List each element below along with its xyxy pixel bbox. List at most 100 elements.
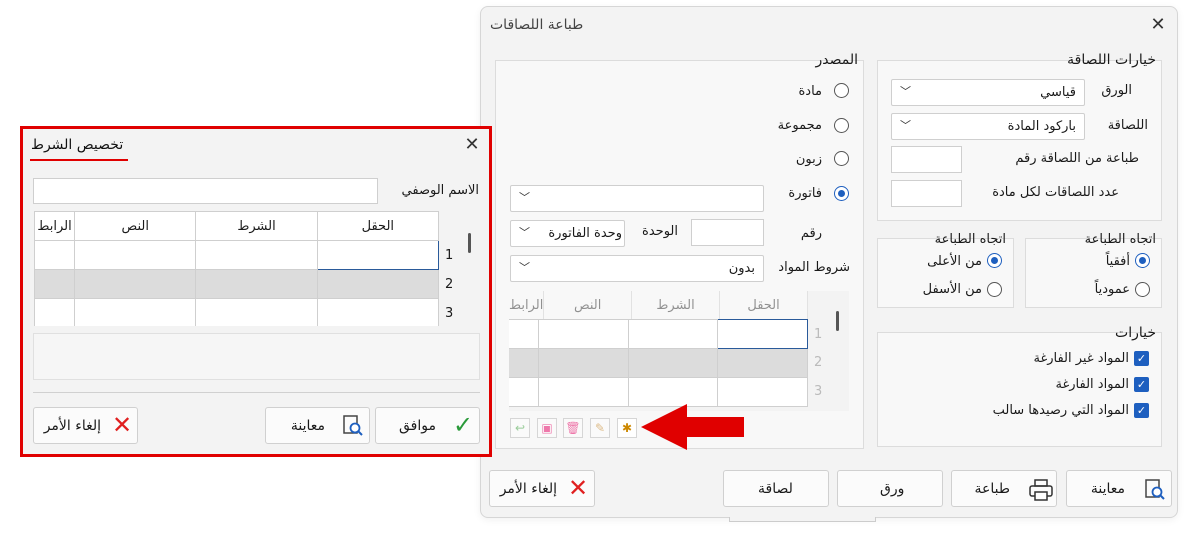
paper-button[interactable]: ورق: [837, 470, 943, 507]
ok-button[interactable]: موافق ✓: [375, 407, 480, 444]
divider: [33, 392, 480, 393]
print-direction-title: اتجاه الطباعة: [1084, 232, 1156, 247]
print-button-label: طباعة: [974, 481, 1011, 497]
paper-value: قياسي: [1040, 85, 1076, 100]
descriptive-name-input[interactable]: [33, 178, 378, 204]
invoice-select[interactable]: ﹀: [510, 185, 764, 212]
table-row[interactable]: [33, 269, 440, 299]
chevron-down-icon: ﹀: [519, 191, 530, 204]
label-type-label: اللصاقة: [1107, 118, 1148, 133]
non-empty-checkbox[interactable]: ✓: [1134, 351, 1149, 366]
vertical-label: عمودياً: [1094, 282, 1130, 297]
label-options-title: خيارات اللصاقة: [1067, 52, 1156, 68]
empty-label: المواد الفارغة: [1055, 377, 1130, 392]
printer-icon: [1029, 479, 1053, 501]
non-empty-label: المواد غير الفارغة: [1033, 351, 1129, 366]
grid-header-field: الحقل: [719, 291, 808, 320]
grid-header-link: الرابط: [509, 291, 545, 320]
row-number: 1: [445, 248, 454, 263]
from-bottom-label: من الأسفل: [922, 282, 982, 297]
horizontal-label: أفقياً: [1105, 254, 1130, 269]
paper-label: الورق: [1101, 83, 1132, 98]
save-icon[interactable]: ▣: [537, 418, 557, 438]
from-bottom-radio[interactable]: [987, 282, 1002, 297]
condition-dialog: تخصيص الشرط ✕ الاسم الوصفي الرابط النص ا…: [23, 129, 489, 454]
unit-value: وحدة الفاتورة: [548, 226, 622, 241]
close-icon[interactable]: ✕: [1148, 15, 1168, 35]
invoice-label: فاتورة: [788, 186, 822, 201]
ok-button-label: موافق: [399, 418, 436, 434]
print-button[interactable]: طباعة: [951, 470, 1057, 507]
number-label: رقم: [800, 226, 822, 241]
grid-header-condition: الشرط: [631, 291, 721, 320]
undo-icon[interactable]: ↩: [510, 418, 530, 438]
row-number: 2: [814, 355, 823, 370]
material-label: مادة: [798, 84, 822, 99]
cancel-button-label: إلغاء الأمر: [43, 418, 101, 434]
close-icon[interactable]: ✕: [462, 135, 482, 155]
grid-header-text: النص: [74, 211, 197, 241]
cancel-button-label: إلغاء الأمر: [499, 481, 557, 497]
edit-icon[interactable]: ✎: [590, 418, 610, 438]
invoice-radio[interactable]: [834, 186, 849, 201]
conditions-value: بدون: [728, 261, 755, 276]
paper-button-label: ورق: [880, 481, 905, 497]
print-from-input[interactable]: [891, 146, 962, 173]
cancel-x-icon: ✕: [568, 474, 589, 502]
grid-footer-area: [33, 333, 480, 380]
customer-radio[interactable]: [834, 151, 849, 166]
dialog-bottom-tab: [729, 517, 876, 522]
source-title: المصدر: [815, 52, 859, 68]
descriptive-name-label: الاسم الوصفي: [401, 183, 479, 198]
cancel-button[interactable]: إلغاء الأمر ✕: [33, 407, 138, 444]
table-row[interactable]: [509, 377, 808, 407]
condition-dialog-title: تخصيص الشرط: [31, 137, 124, 153]
preview-button-label: معاينة: [1090, 481, 1125, 497]
condition-grid[interactable]: الرابط النص الشرط الحقل 1 2 3: [33, 211, 480, 326]
table-row[interactable]: [33, 298, 440, 326]
cancel-button[interactable]: إلغاء الأمر ✕: [489, 470, 595, 507]
count-input[interactable]: [891, 180, 962, 207]
label-type-select[interactable]: باركود المادة ﹀: [891, 113, 1085, 140]
horizontal-radio[interactable]: [1135, 253, 1150, 268]
empty-checkbox[interactable]: ✓: [1134, 377, 1149, 392]
table-row[interactable]: [509, 319, 808, 349]
label-button[interactable]: لصاقة: [723, 470, 829, 507]
chevron-down-icon: ﹀: [900, 119, 911, 132]
scrollbar[interactable]: [836, 311, 839, 331]
conditions-select[interactable]: بدون ﹀: [510, 255, 764, 282]
paper-select[interactable]: قياسي ﹀: [891, 79, 1085, 106]
from-top-label: من الأعلى: [927, 254, 982, 269]
vertical-radio[interactable]: [1135, 282, 1150, 297]
chevron-down-icon: ﹀: [519, 226, 530, 239]
material-radio[interactable]: [834, 83, 849, 98]
label-type-value: باركود المادة: [1007, 119, 1076, 134]
preview-icon: [343, 415, 363, 436]
table-row[interactable]: [509, 348, 808, 378]
print-from-label: طباعة من اللصاقة رقم: [1015, 151, 1139, 166]
preview-button[interactable]: معاينة: [1066, 470, 1172, 507]
preview-icon: [1145, 479, 1165, 500]
count-label: عدد اللصاقات لكل مادة: [992, 185, 1119, 200]
unit-select[interactable]: وحدة الفاتورة ﹀: [510, 220, 625, 247]
from-top-radio[interactable]: [987, 253, 1002, 268]
grid-header-text: النص: [543, 291, 633, 320]
conditions-label: شروط المواد: [778, 260, 850, 275]
table-row[interactable]: [33, 240, 440, 270]
grid-header-condition: الشرط: [195, 211, 318, 241]
scrollbar[interactable]: [468, 233, 471, 253]
grid-header-field: الحقل: [316, 211, 440, 241]
negative-checkbox[interactable]: ✓: [1134, 403, 1149, 418]
number-input[interactable]: [691, 219, 764, 246]
conditions-grid[interactable]: الرابط النص الشرط الحقل 1 2 3: [509, 291, 849, 411]
negative-label: المواد التي رصيدها سالب: [992, 403, 1129, 418]
new-condition-icon[interactable]: ✱: [617, 418, 637, 438]
delete-icon[interactable]: 🗑: [563, 418, 583, 438]
preview-button-label: معاينة: [290, 418, 325, 434]
title-underline: [30, 159, 128, 161]
group-radio[interactable]: [834, 118, 849, 133]
preview-button[interactable]: معاينة: [265, 407, 370, 444]
group-label: مجموعة: [777, 118, 822, 133]
options-title: خيارات: [1115, 325, 1156, 341]
label-button-label: لصاقة: [758, 481, 793, 497]
